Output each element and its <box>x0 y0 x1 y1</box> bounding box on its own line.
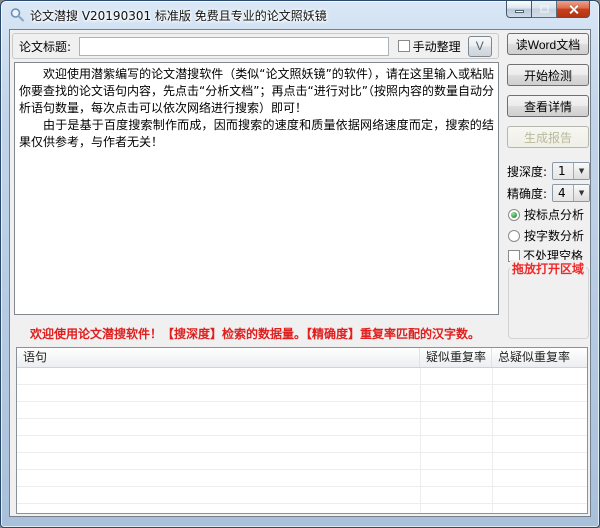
drag-drop-zone[interactable]: 拖放打开区域 <box>508 267 589 339</box>
column-divider <box>492 368 493 513</box>
view-details-button[interactable]: 查看详情 <box>507 95 589 117</box>
dropdown-v-button[interactable]: V <box>468 36 492 57</box>
content-textarea[interactable]: 欢迎使用潜紫编写的论文潜搜软件（类似“论文照妖镜”的软件），请在这里输入或粘贴你… <box>14 62 499 315</box>
maximize-icon <box>540 5 549 13</box>
results-table-body[interactable] <box>17 368 587 513</box>
minimize-button[interactable] <box>506 1 532 18</box>
precision-label: 精确度: <box>507 185 547 202</box>
precision-value: 4 <box>553 185 573 201</box>
radio-wordcount[interactable] <box>508 230 520 242</box>
manual-organize-label: 手动整理 <box>413 38 461 55</box>
minimize-icon <box>515 10 524 13</box>
radio-wordcount-label: 按字数分析 <box>524 227 584 244</box>
radio-punctuation-label: 按标点分析 <box>524 206 584 223</box>
radio-punctuation[interactable] <box>508 209 520 221</box>
chevron-down-icon[interactable]: ▼ <box>573 185 589 201</box>
paper-title-input[interactable] <box>79 37 389 56</box>
window-controls <box>506 1 590 18</box>
window-title: 论文潜搜 V20190301 标准版 免费且专业的论文照妖镜 <box>30 7 327 24</box>
titlebar[interactable]: 论文潜搜 V20190301 标准版 免费且专业的论文照妖镜 <box>1 1 599 29</box>
paper-title-label: 论文标题: <box>19 38 71 55</box>
column-divider <box>420 368 421 513</box>
maximize-button <box>532 1 557 18</box>
search-depth-value: 1 <box>553 163 573 179</box>
close-button[interactable] <box>557 1 590 18</box>
generate-report-button: 生成报告 <box>507 126 589 148</box>
drag-drop-zone-label: 拖放打开区域 <box>510 260 586 277</box>
client-area: 论文标题: 手动整理 V 欢迎使用潜紫编写的论文潜搜软件（类似“论文照妖镜”的软… <box>9 29 591 517</box>
column-header-suspect-rate[interactable]: 疑似重复率 <box>420 348 492 367</box>
search-depth-row: 搜深度: 1 ▼ <box>507 162 590 180</box>
results-table[interactable]: 语句 疑似重复率 总疑似重复率 <box>16 347 588 514</box>
chevron-down-icon[interactable]: ▼ <box>573 163 589 179</box>
analyze-by-wordcount-option[interactable]: 按字数分析 <box>508 227 584 244</box>
column-header-total-suspect-rate[interactable]: 总疑似重复率 <box>492 348 587 367</box>
column-header-sentence[interactable]: 语句 <box>17 348 420 367</box>
results-table-header: 语句 疑似重复率 总疑似重复率 <box>17 348 587 368</box>
welcome-paragraph: 欢迎使用潜紫编写的论文潜搜软件（类似“论文照妖镜”的软件），请在这里输入或粘贴你… <box>19 66 494 117</box>
disclaimer-paragraph: 由于是基于百度搜索制作而成，因而搜索的速度和质量依据网络速度而定，搜索的结果仅供… <box>19 117 494 151</box>
search-depth-label: 搜深度: <box>507 163 547 180</box>
read-word-button[interactable]: 读Word文档 <box>507 33 589 55</box>
precision-select[interactable]: 4 ▼ <box>552 184 590 202</box>
app-window: 论文潜搜 V20190301 标准版 免费且专业的论文照妖镜 论文标题: 手动 <box>0 0 600 528</box>
analyze-by-punctuation-option[interactable]: 按标点分析 <box>508 206 584 223</box>
search-icon <box>9 7 25 23</box>
precision-row: 精确度: 4 ▼ <box>507 184 590 202</box>
status-message: 欢迎使用论文潜搜软件！【搜深度】检索的数据量。【精确度】重复率匹配的汉字数。 <box>30 325 500 342</box>
start-check-button[interactable]: 开始检测 <box>507 64 589 86</box>
title-row-panel: 论文标题: 手动整理 V <box>12 33 499 59</box>
manual-organize-checkbox[interactable] <box>398 40 410 52</box>
search-depth-select[interactable]: 1 ▼ <box>552 162 590 180</box>
close-icon <box>568 4 579 15</box>
